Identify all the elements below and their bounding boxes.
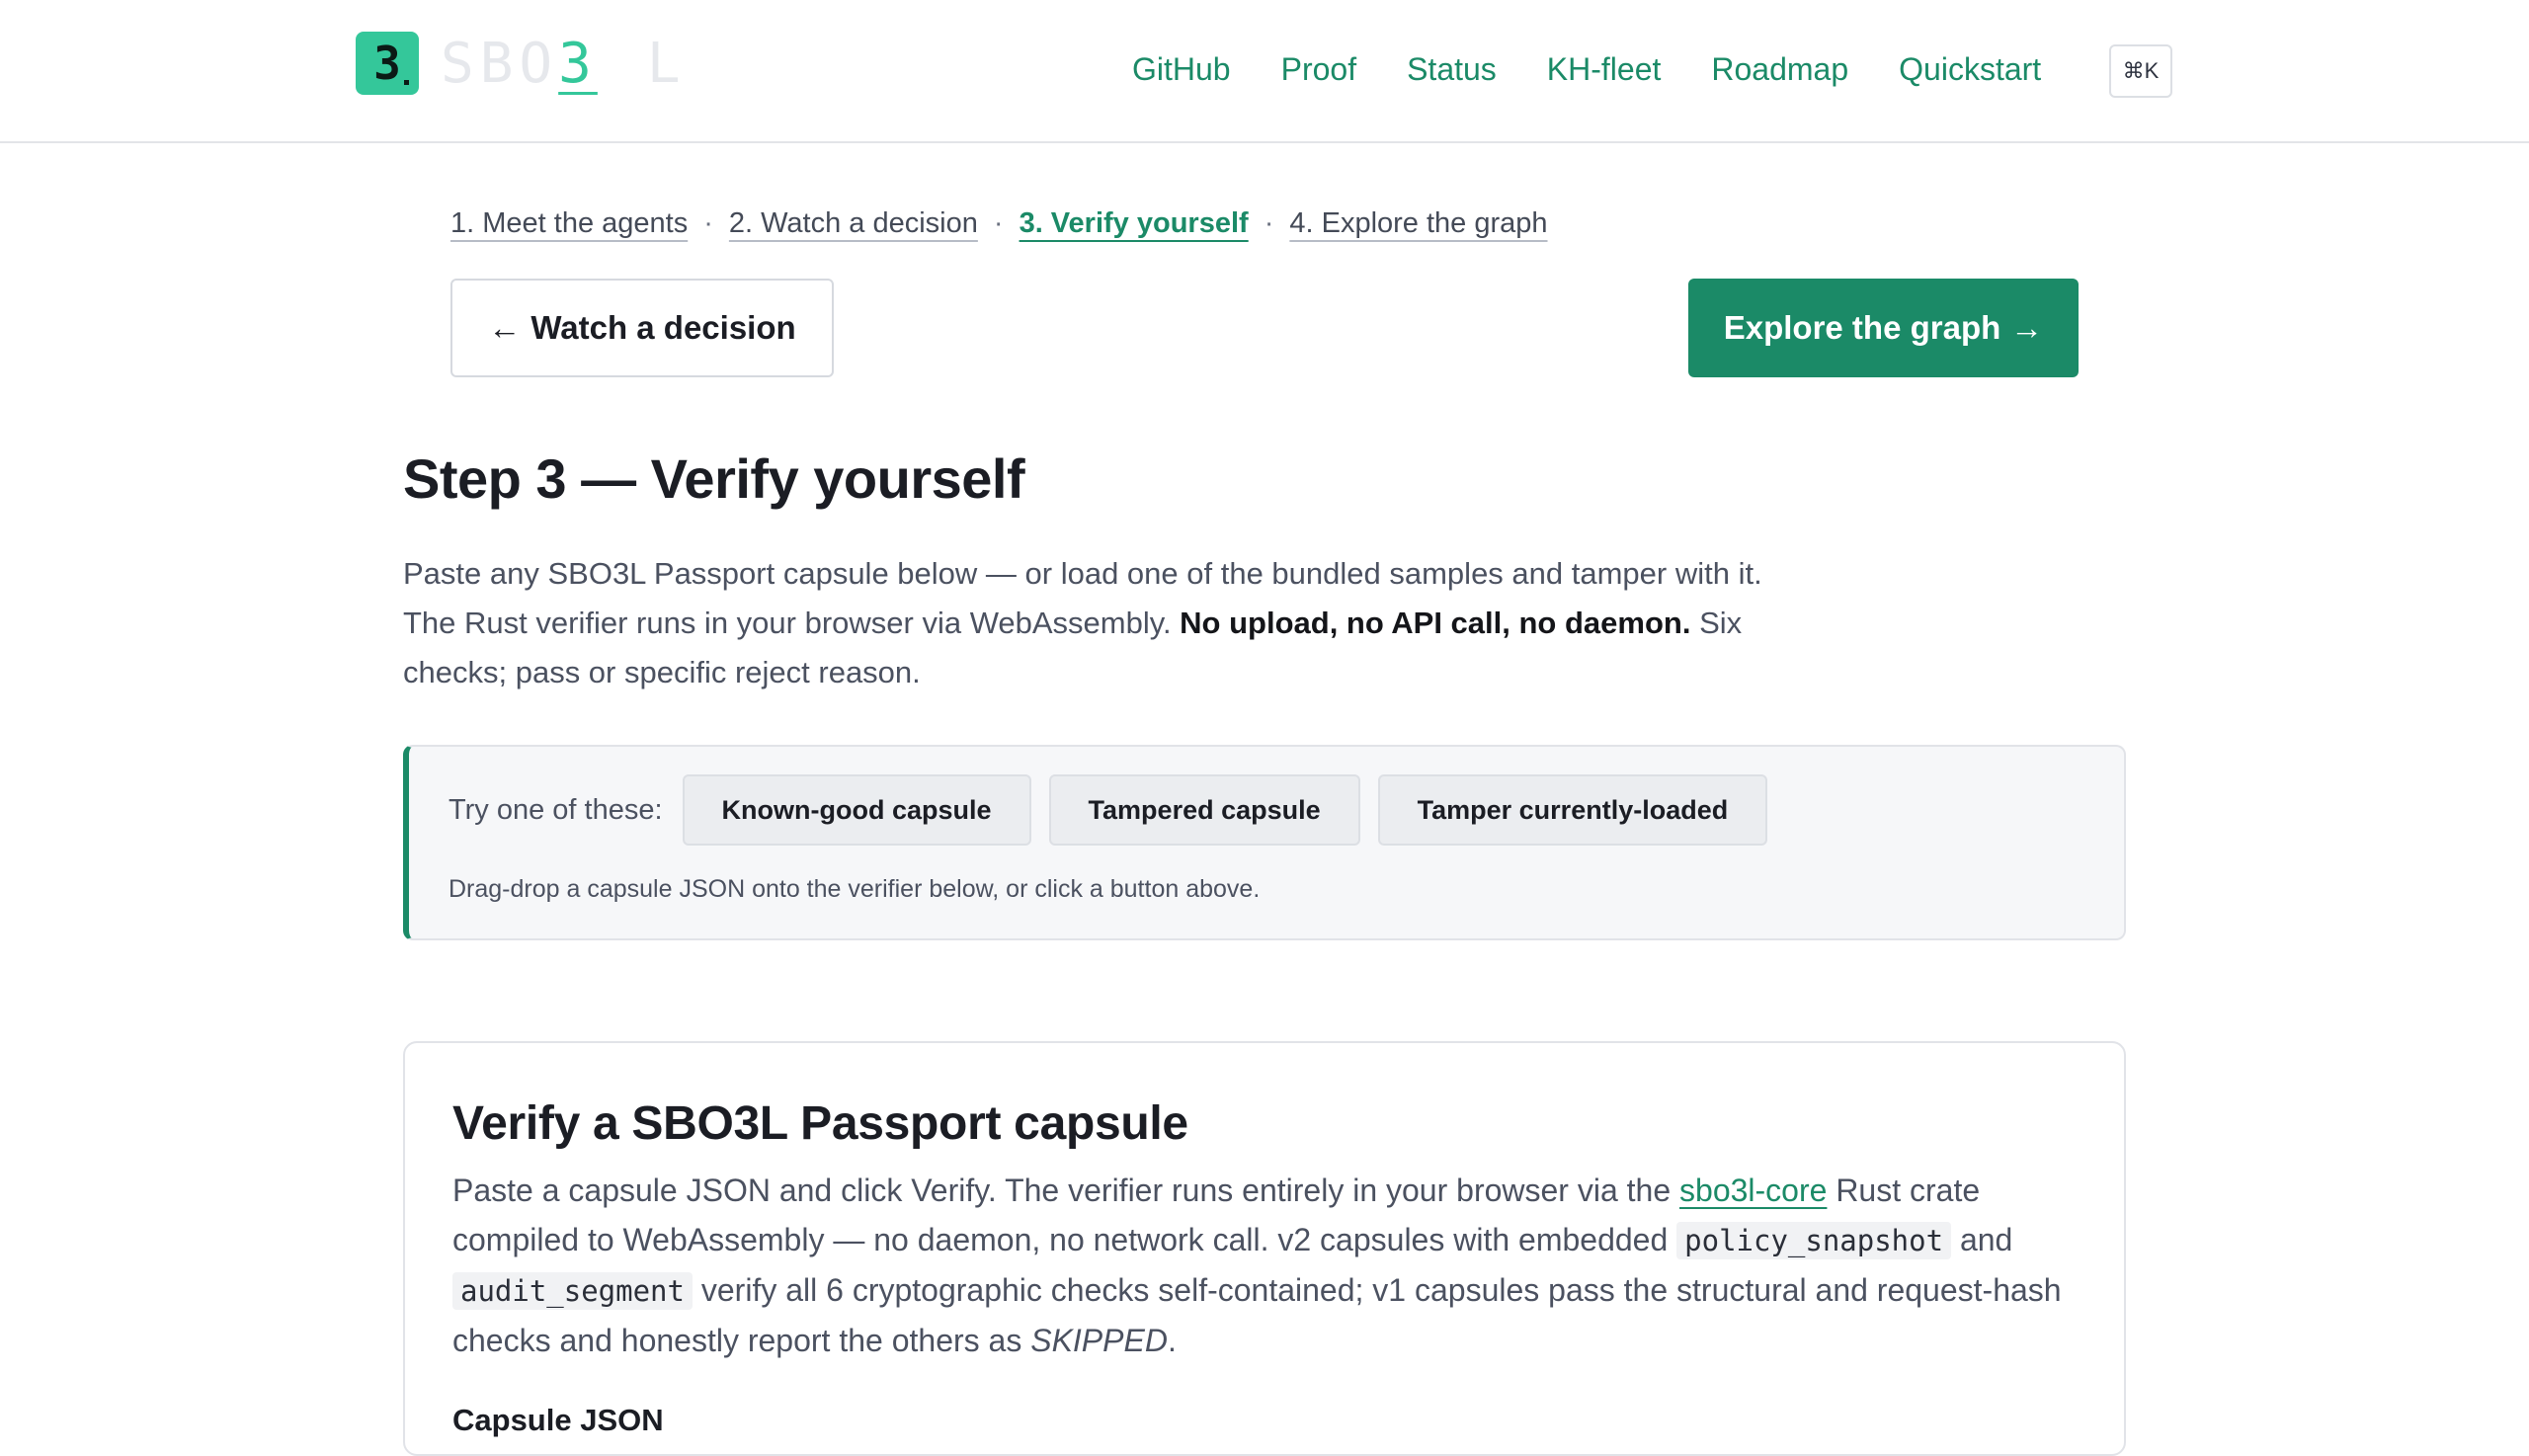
next-step-label: Explore the graph — [1723, 309, 2001, 346]
logo-word-suffix: L — [646, 31, 687, 96]
logo-word-prefix: SBO — [441, 31, 559, 96]
step-link-4[interactable]: 4. Explore the graph — [1289, 207, 1547, 240]
skipped-emphasis: SKIPPED — [1030, 1323, 1168, 1358]
top-navbar: 3 SBO 3 L GitHub Proof Status KH-fleet R… — [0, 0, 2529, 143]
sample-buttons-row: Try one of these: Known-good capsule Tam… — [449, 774, 1785, 846]
step-separator: · — [703, 207, 713, 239]
step-link-3-current[interactable]: 3. Verify yourself — [1020, 207, 1249, 240]
step-breadcrumb: 1. Meet the agents · 2. Watch a decision… — [450, 207, 1548, 240]
capsule-json-label: Capsule JSON — [452, 1403, 664, 1437]
prev-step-label: Watch a decision — [530, 309, 796, 346]
sbo3l-core-link[interactable]: sbo3l-core — [1679, 1173, 1827, 1208]
nav-link-status[interactable]: Status — [1407, 43, 1497, 95]
next-step-button[interactable]: Explore the graph → — [1688, 279, 2079, 377]
logo-badge-glyph: 3 — [373, 37, 401, 90]
nav-link-roadmap[interactable]: Roadmap — [1711, 43, 1848, 95]
brand-logo-link[interactable]: 3 SBO 3 L — [356, 32, 687, 96]
page-title: Step 3 — Verify yourself — [403, 447, 1025, 510]
nav-link-proof[interactable]: Proof — [1281, 43, 1356, 95]
known-good-capsule-button[interactable]: Known-good capsule — [682, 774, 1031, 846]
sample-capsules-callout: Try one of these: Known-good capsule Tam… — [403, 745, 2126, 940]
code-audit-segment: audit_segment — [452, 1272, 693, 1310]
code-policy-snapshot: policy_snapshot — [1676, 1222, 1952, 1259]
step-separator: · — [1264, 207, 1274, 239]
verifier-description: Paste a capsule JSON and click Verify. T… — [452, 1173, 2062, 1358]
arrow-right-icon: → — [2010, 309, 2044, 346]
nav-link-quickstart[interactable]: Quickstart — [1899, 43, 2041, 95]
verifier-title: Verify a SBO3L Passport capsule — [452, 1097, 1188, 1150]
step-separator: · — [993, 207, 1004, 239]
nav-link-kh-fleet[interactable]: KH-fleet — [1547, 43, 1662, 95]
logo-badge-icon: 3 — [356, 32, 419, 95]
arrow-left-icon: ← — [488, 309, 522, 346]
logo-word-accent: 3 — [558, 31, 598, 96]
step-link-1[interactable]: 1. Meet the agents — [450, 207, 688, 240]
intro-emphasis: No upload, no API call, no daemon. — [1180, 606, 1691, 640]
verifier-card: Verify a SBO3L Passport capsule Paste a … — [403, 1041, 2126, 1456]
samples-label: Try one of these: — [449, 793, 663, 826]
prev-step-button[interactable]: ← Watch a decision — [450, 279, 834, 377]
logo-wordmark: SBO 3 L — [441, 32, 687, 96]
tamper-loaded-button[interactable]: Tamper currently-loaded — [1377, 774, 1768, 846]
step-link-2[interactable]: 2. Watch a decision — [729, 207, 978, 240]
tampered-capsule-button[interactable]: Tampered capsule — [1048, 774, 1360, 846]
main-nav: GitHub Proof Status KH-fleet Roadmap Qui… — [1132, 43, 2041, 95]
step-intro: Paste any SBO3L Passport capsule below —… — [403, 556, 1762, 689]
search-shortcut-button[interactable]: ⌘K — [2109, 44, 2172, 98]
nav-link-github[interactable]: GitHub — [1132, 43, 1231, 95]
samples-hint: Drag-drop a capsule JSON onto the verifi… — [449, 875, 1261, 903]
